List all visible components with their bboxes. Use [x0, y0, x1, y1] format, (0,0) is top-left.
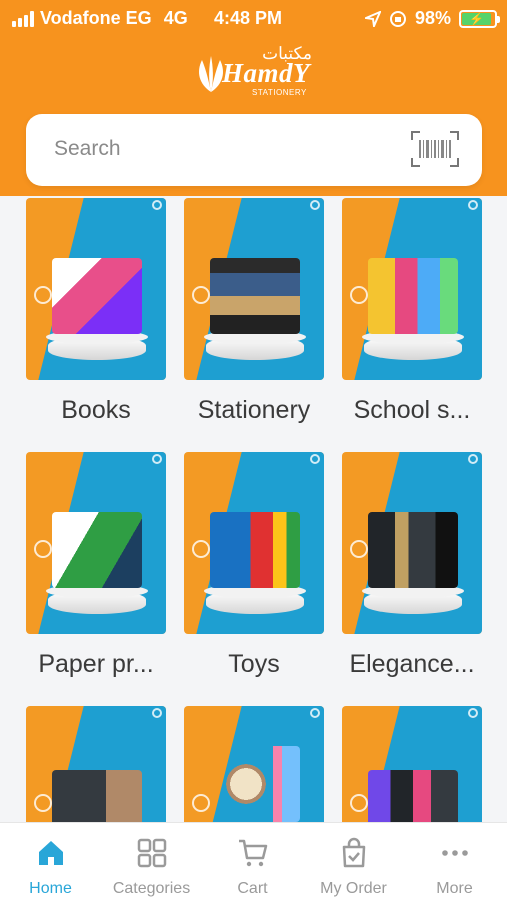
category-label[interactable]: Paper pr...	[26, 650, 166, 679]
signal-strength-icon	[12, 10, 34, 27]
category-image[interactable]	[26, 198, 166, 380]
product-elegance-image	[368, 512, 458, 588]
logo-wordmark: HamdY	[222, 58, 310, 88]
product-gifts-image	[210, 746, 300, 822]
category-label[interactable]: Elegance...	[342, 650, 482, 679]
category-card[interactable]: Elegance...	[342, 452, 482, 679]
category-image[interactable]	[342, 198, 482, 380]
nav-home-label: Home	[29, 880, 72, 897]
status-time: 4:48 PM	[214, 8, 283, 28]
nav-categories[interactable]: Categories	[101, 823, 202, 900]
nav-cart[interactable]: Cart	[202, 823, 303, 900]
nav-cart-label: Cart	[237, 880, 268, 897]
category-label[interactable]: Books	[26, 396, 166, 425]
category-card[interactable]: Stationery	[184, 198, 324, 425]
categories-grid-icon	[137, 838, 167, 868]
product-books-image	[52, 258, 142, 334]
bottom-nav: Home Categories Cart My Order More	[0, 822, 507, 900]
category-grid: Books Stationery School s... Paper pr...	[0, 196, 507, 822]
app-header: Vodafone EG 4G 4:48 PM 98% ⚡ مكتبات Hamd…	[0, 0, 507, 196]
more-dots-icon	[442, 850, 468, 856]
product-school-supplies-image	[368, 258, 458, 334]
barcode-scan-icon[interactable]	[410, 130, 460, 168]
product-bags-image	[52, 770, 142, 822]
status-right: 98% ⚡	[364, 8, 500, 29]
home-icon	[39, 841, 63, 865]
category-card[interactable]: Books	[26, 198, 166, 425]
nav-more[interactable]: More	[404, 823, 505, 900]
search-input[interactable]: Search	[54, 137, 121, 161]
nav-categories-label: Categories	[112, 880, 191, 897]
battery-icon: ⚡	[459, 9, 500, 28]
category-image[interactable]	[184, 198, 324, 380]
carrier-name: Vodafone EG	[40, 8, 152, 28]
category-card[interactable]	[26, 706, 166, 822]
app-logo: مكتبات HamdY STATIONERY	[194, 44, 316, 100]
product-paper-image	[52, 512, 142, 588]
status-left: Vodafone EG 4G	[12, 8, 188, 29]
logo-subtitle: STATIONERY	[252, 88, 307, 97]
nav-my-order[interactable]: My Order	[303, 823, 404, 900]
nav-home[interactable]: Home	[0, 823, 101, 900]
status-bar: Vodafone EG 4G 4:48 PM 98% ⚡	[0, 6, 507, 30]
search-bar[interactable]: Search	[26, 114, 482, 186]
category-image[interactable]	[184, 452, 324, 634]
nav-more-label: More	[436, 880, 473, 897]
shopping-bag-check-icon	[342, 837, 366, 868]
product-toys-image	[210, 512, 300, 588]
category-card[interactable]: Paper pr...	[26, 452, 166, 679]
nav-my-order-label: My Order	[320, 880, 387, 897]
category-image[interactable]	[26, 706, 166, 822]
category-card[interactable]	[184, 706, 324, 822]
category-label[interactable]: Stationery	[184, 396, 324, 425]
orientation-lock-icon	[389, 10, 406, 27]
category-image[interactable]	[342, 706, 482, 822]
network-type: 4G	[163, 8, 188, 28]
category-image[interactable]	[342, 452, 482, 634]
category-card[interactable]	[342, 706, 482, 822]
cart-icon	[239, 839, 268, 867]
product-stationery-image	[210, 258, 300, 334]
category-label[interactable]: Toys	[184, 650, 324, 679]
product-cosmetics-image	[368, 770, 458, 822]
battery-percent: 98%	[414, 8, 451, 28]
category-image[interactable]	[184, 706, 324, 822]
category-image[interactable]	[26, 452, 166, 634]
category-label[interactable]: School s...	[342, 396, 482, 425]
location-arrow-icon	[364, 10, 381, 27]
category-card[interactable]: School s...	[342, 198, 482, 425]
category-card[interactable]: Toys	[184, 452, 324, 679]
